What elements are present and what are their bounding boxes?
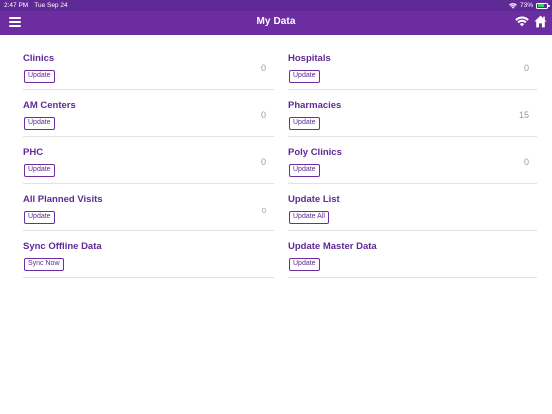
data-row-am-centers: AM Centers Update 0 <box>23 90 274 137</box>
record-count: 15 <box>518 110 529 120</box>
wifi-icon[interactable] <box>515 16 529 27</box>
data-row-pharmacies: Pharmacies Update 15 <box>288 90 537 137</box>
data-row-update-master-data: Update Master Data Update <box>288 231 537 278</box>
data-row-update-list: Update List Update All <box>288 184 537 231</box>
phc-action-button[interactable]: Update <box>24 163 55 177</box>
status-time: 2:47 PM <box>4 2 29 9</box>
row-title: AM Centers <box>23 100 76 111</box>
row-title: PHC <box>23 147 44 158</box>
am-centers-action-button[interactable]: Update <box>24 116 55 130</box>
row-title: Clinics <box>23 53 55 64</box>
update-list-action-button[interactable]: Update All <box>289 210 329 224</box>
row-title: All Planned Visits <box>23 194 103 205</box>
update-master-data-action-button[interactable]: Update <box>289 257 320 271</box>
home-icon[interactable] <box>534 15 547 28</box>
status-right: 73% <box>509 2 550 9</box>
data-row-sync-offline-data: Sync Offline Data Sync Now <box>23 231 274 278</box>
hospitals-action-button[interactable]: Update <box>289 69 320 83</box>
clinics-action-button[interactable]: Update <box>24 69 55 83</box>
battery-percent: 73% <box>519 2 533 9</box>
record-count: 0 <box>523 157 529 167</box>
sync-offline-data-action-button[interactable]: Sync Now <box>24 257 64 271</box>
row-title: Pharmacies <box>288 100 342 111</box>
data-row-all-planned-visits: All Planned Visits Update 0 <box>23 184 274 231</box>
row-title: Sync Offline Data <box>23 241 102 252</box>
status-date: Tue Sep 24 <box>34 2 68 9</box>
all-planned-visits-action-button[interactable]: Update <box>24 210 55 224</box>
record-count: 0 <box>260 63 266 73</box>
row-title: Update List <box>288 194 340 205</box>
nav-bar: My Data <box>0 11 552 35</box>
row-title: Poly Clinics <box>288 147 342 158</box>
nav-icons <box>515 15 547 28</box>
page-title: My Data <box>256 16 296 27</box>
battery-icon <box>536 2 550 9</box>
pharmacies-action-button[interactable]: Update <box>289 116 320 130</box>
row-title: Update Master Data <box>288 241 377 252</box>
status-bar: 2:47 PM Tue Sep 24 73% <box>0 0 552 11</box>
record-count: 0 <box>260 157 266 167</box>
data-row-hospitals: Hospitals Update 0 <box>288 43 537 90</box>
data-grid: Clinics Update 0 Hospitals Update 0 AM Centers… <box>23 43 537 278</box>
status-wifi-icon <box>509 2 517 9</box>
battery-fill <box>537 4 545 7</box>
record-count: 0 <box>261 206 266 215</box>
poly-clinics-action-button[interactable]: Update <box>289 163 320 177</box>
data-row-phc: PHC Update 0 <box>23 137 274 184</box>
row-title: Hospitals <box>288 53 331 64</box>
record-count: 0 <box>523 63 529 73</box>
data-row-poly-clinics: Poly Clinics Update 0 <box>288 137 537 184</box>
record-count: 0 <box>260 110 266 120</box>
data-row-clinics: Clinics Update 0 <box>23 43 274 90</box>
